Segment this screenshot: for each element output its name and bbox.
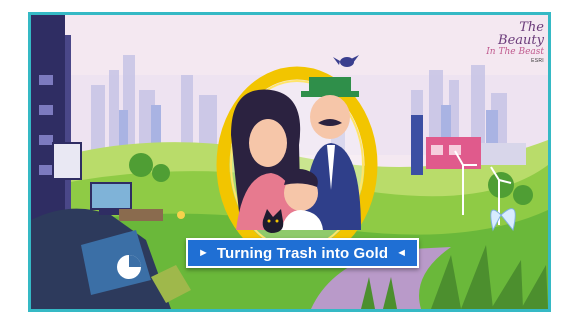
video-title: Turning Trash into Gold [216, 244, 389, 262]
video-frame[interactable]: The Beauty In The Beast ESRI ► Turning T… [28, 12, 551, 312]
brand-logo-line2: In The Beast [486, 47, 544, 57]
play-arrow-icon: ► [198, 247, 209, 259]
back-arrow-icon: ◄ [396, 247, 407, 259]
title-banner: ► Turning Trash into Gold ◄ [186, 238, 419, 268]
brand-logo: The Beauty In The Beast ESRI [476, 20, 544, 64]
brand-logo-line1: The Beauty [498, 20, 544, 48]
brand-logo-line3: ESRI [531, 58, 544, 64]
